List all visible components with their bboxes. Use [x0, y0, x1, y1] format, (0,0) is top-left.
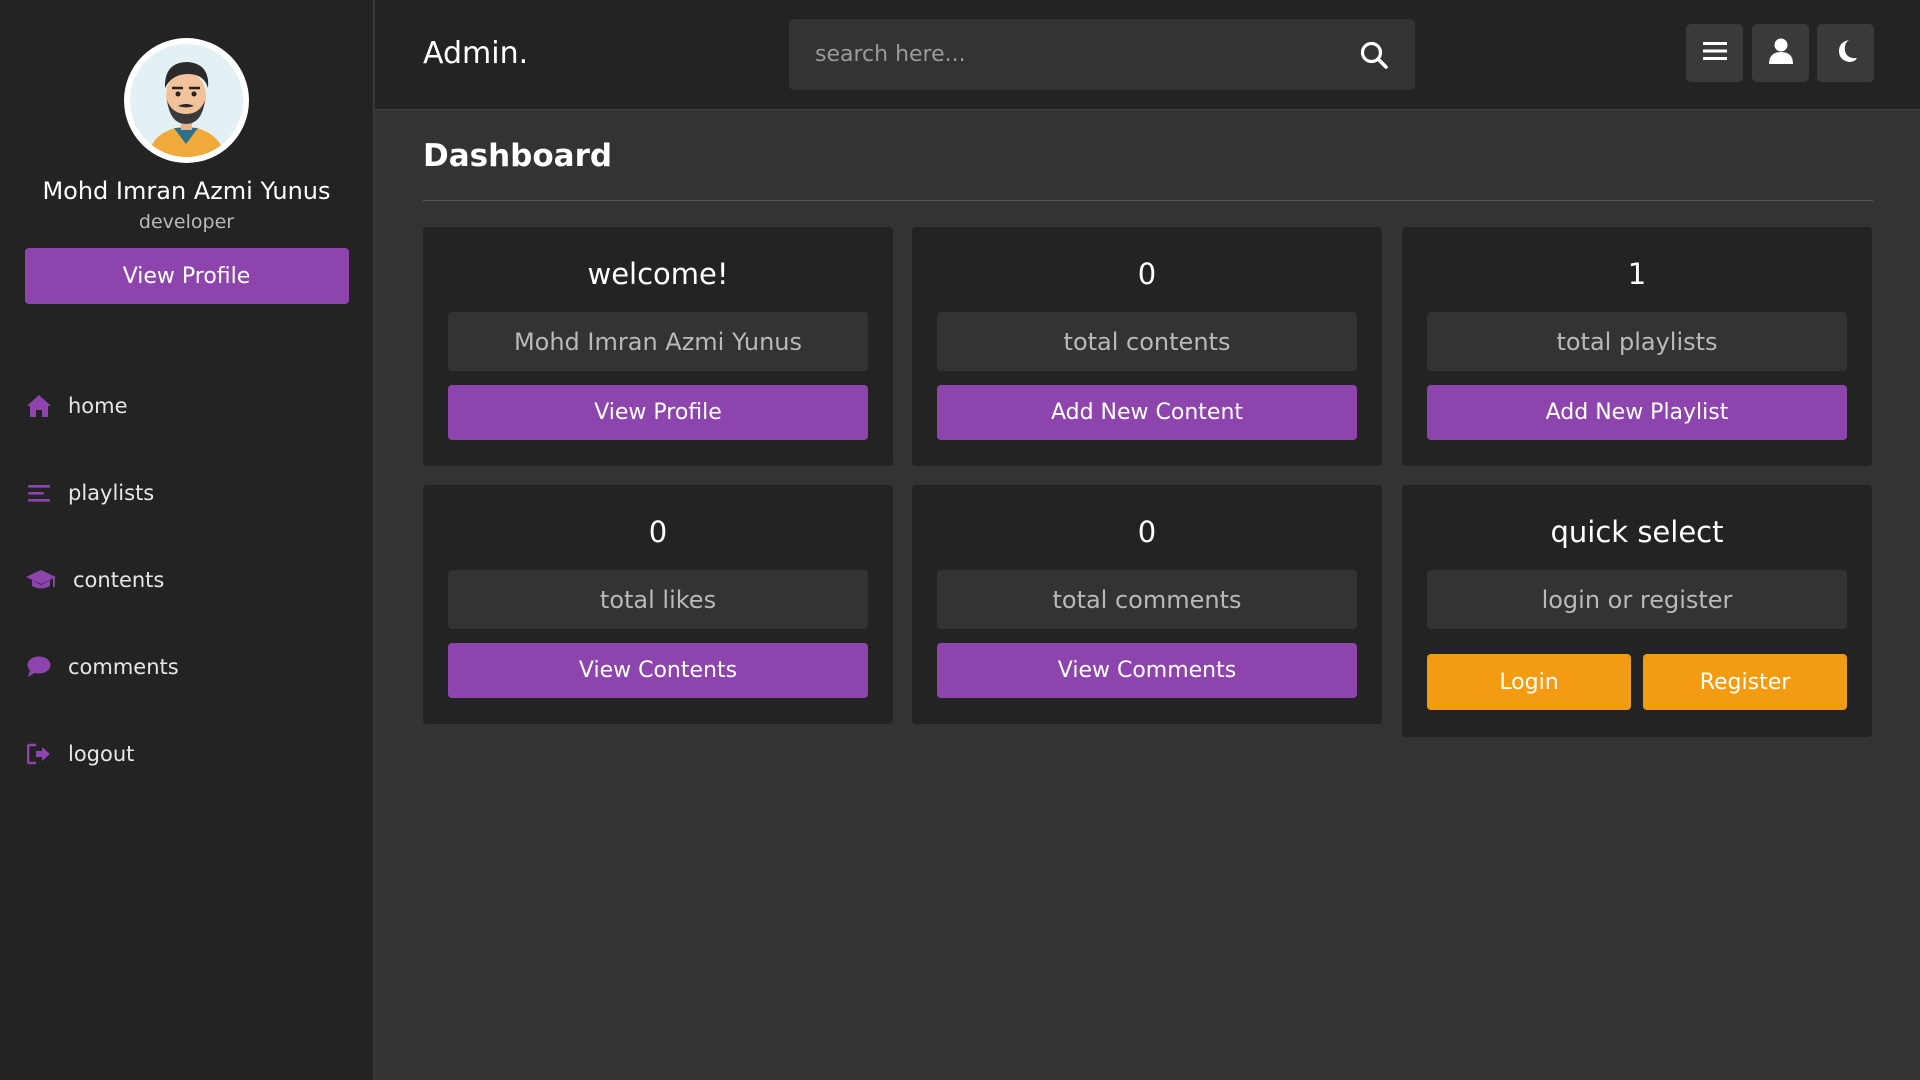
- comments-card: 0 total comments View Comments: [912, 485, 1382, 724]
- card-view-profile-button[interactable]: View Profile: [448, 385, 868, 440]
- profile-role: developer: [138, 211, 235, 233]
- register-button[interactable]: Register: [1643, 654, 1847, 710]
- sidebar-nav: home playlists contents comments logout: [0, 362, 373, 797]
- view-profile-button[interactable]: View Profile: [24, 248, 349, 304]
- theme-toggle-button[interactable]: [1817, 24, 1874, 82]
- card-title: 0: [648, 515, 668, 549]
- card-title: 0: [1137, 257, 1157, 291]
- list-icon: [25, 479, 52, 506]
- sidebar-item-comments[interactable]: comments: [0, 623, 373, 710]
- search-bar: [789, 19, 1415, 90]
- sidebar-item-contents[interactable]: contents: [0, 536, 373, 623]
- comment-icon: [25, 653, 52, 680]
- card-box: login or register: [1427, 570, 1847, 629]
- card-title: 0: [1137, 515, 1157, 549]
- view-contents-button[interactable]: View Contents: [448, 643, 868, 698]
- likes-card: 0 total likes View Contents: [423, 485, 893, 724]
- avatar: [124, 38, 249, 163]
- sidebar-item-label: home: [68, 393, 128, 418]
- card-box: Mohd Imran Azmi Yunus: [448, 312, 868, 371]
- sidebar-item-label: comments: [68, 654, 179, 679]
- profile-name: Mohd Imran Azmi Yunus: [42, 177, 331, 205]
- card-box: total playlists: [1427, 312, 1847, 371]
- add-new-playlist-button[interactable]: Add New Playlist: [1427, 385, 1847, 440]
- card-box: total comments: [937, 570, 1357, 629]
- login-button[interactable]: Login: [1427, 654, 1631, 710]
- top-header: Admin.: [375, 0, 1920, 110]
- sidebar-item-label: logout: [68, 741, 135, 766]
- sidebar-item-label: contents: [73, 567, 165, 592]
- app-logo[interactable]: Admin.: [423, 36, 528, 71]
- menu-button[interactable]: [1686, 24, 1743, 82]
- search-icon[interactable]: [1359, 40, 1389, 70]
- playlists-card: 1 total playlists Add New Playlist: [1402, 227, 1872, 466]
- title-divider: [423, 200, 1873, 201]
- sidebar: Mohd Imran Azmi Yunus developer View Pro…: [0, 0, 374, 1080]
- home-icon: [25, 392, 52, 419]
- user-icon: [1768, 38, 1793, 68]
- card-title: quick select: [1550, 515, 1724, 549]
- card-title: 1: [1627, 257, 1647, 291]
- welcome-card: welcome! Mohd Imran Azmi Yunus View Prof…: [423, 227, 893, 466]
- logout-icon: [25, 740, 52, 767]
- view-comments-button[interactable]: View Comments: [937, 643, 1357, 698]
- card-box: total likes: [448, 570, 868, 629]
- card-box: total contents: [937, 312, 1357, 371]
- user-button[interactable]: [1752, 24, 1809, 82]
- add-new-content-button[interactable]: Add New Content: [937, 385, 1357, 440]
- quick-select-card: quick select login or register Login Reg…: [1402, 485, 1872, 737]
- contents-card: 0 total contents Add New Content: [912, 227, 1382, 466]
- sidebar-item-home[interactable]: home: [0, 362, 373, 449]
- card-title: welcome!: [587, 257, 729, 291]
- auth-button-row: Login Register: [1427, 654, 1847, 710]
- sidebar-item-playlists[interactable]: playlists: [0, 449, 373, 536]
- page-title: Dashboard: [423, 138, 613, 174]
- sidebar-item-logout[interactable]: logout: [0, 710, 373, 797]
- sidebar-item-label: playlists: [68, 480, 155, 505]
- graduation-cap-icon: [25, 566, 57, 593]
- menu-icon: [1702, 40, 1727, 66]
- profile-section: Mohd Imran Azmi Yunus developer View Pro…: [0, 0, 373, 304]
- search-input[interactable]: [789, 42, 1329, 67]
- moon-icon: [1835, 39, 1857, 67]
